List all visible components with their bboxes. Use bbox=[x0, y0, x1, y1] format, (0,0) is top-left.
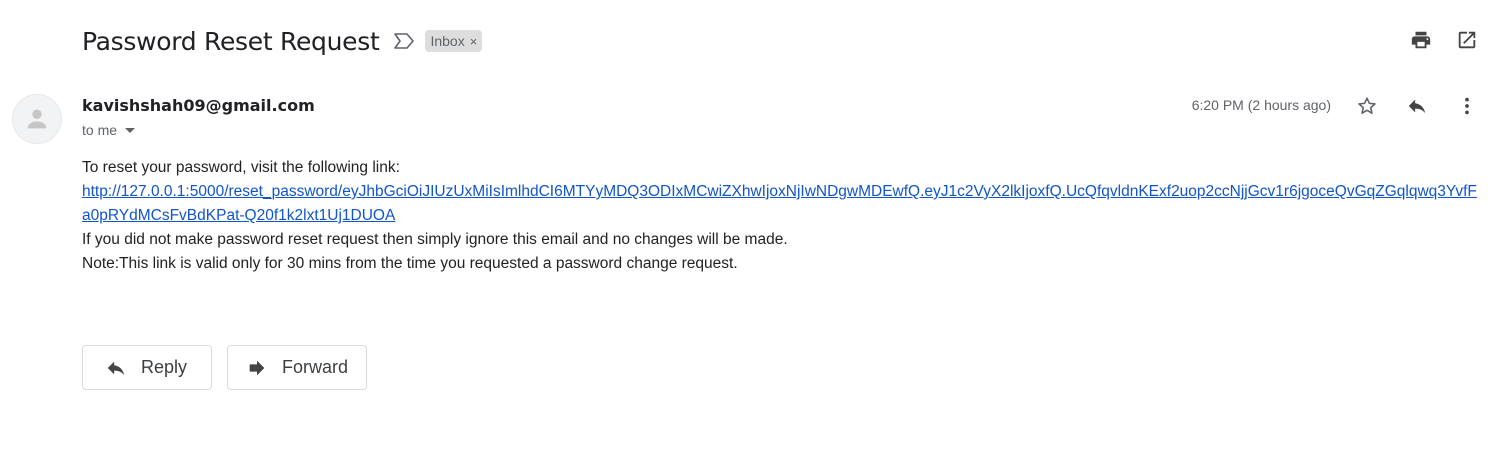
subject-row: Password Reset Request Inbox × bbox=[82, 24, 483, 58]
email-subject: Password Reset Request bbox=[82, 26, 380, 56]
more-vert-icon[interactable] bbox=[1455, 94, 1479, 118]
forward-icon bbox=[246, 357, 268, 379]
label-chip-inbox: Inbox × bbox=[425, 30, 483, 52]
show-details-caret-icon[interactable] bbox=[125, 127, 136, 133]
body-line-validity-note: Note:This link is valid only for 30 mins… bbox=[82, 255, 738, 272]
importance-marker-icon[interactable] bbox=[393, 30, 415, 52]
open-in-new-window-icon[interactable] bbox=[1455, 28, 1479, 52]
recipient-text: to me bbox=[82, 122, 118, 138]
label-chip-text: Inbox bbox=[430, 33, 465, 49]
body-line-ignore-note: If you did not make password reset reque… bbox=[82, 231, 788, 248]
reply-button[interactable]: Reply bbox=[82, 345, 212, 390]
recipient-line: to me bbox=[82, 122, 136, 138]
avatar-icon[interactable] bbox=[12, 94, 62, 144]
sender-address: kavishshah09@gmail.com bbox=[82, 96, 315, 115]
reset-password-link[interactable]: http://127.0.0.1:5000/reset_password/eyJ… bbox=[82, 180, 1477, 228]
thread-actions bbox=[1409, 28, 1479, 52]
timestamp: 6:20 PM (2 hours ago) bbox=[1191, 97, 1331, 113]
message-actions bbox=[1329, 94, 1479, 118]
print-icon[interactable] bbox=[1409, 28, 1433, 52]
star-icon[interactable] bbox=[1355, 94, 1379, 118]
reply-icon bbox=[105, 357, 127, 379]
forward-button-label: Forward bbox=[282, 357, 349, 377]
remove-label-button[interactable]: × bbox=[470, 34, 478, 49]
forward-button[interactable]: Forward bbox=[227, 345, 367, 390]
body-line-intro: To reset your password, visit the follow… bbox=[82, 159, 400, 176]
email-body: To reset your password, visit the follow… bbox=[82, 156, 1477, 276]
reply-button-label: Reply bbox=[141, 357, 188, 377]
reply-icon[interactable] bbox=[1405, 94, 1429, 118]
